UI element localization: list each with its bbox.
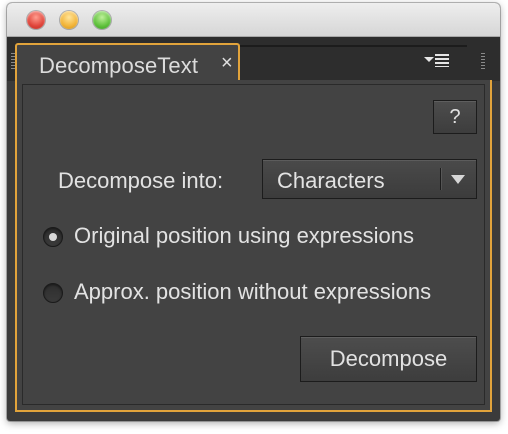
option-label: Approx. position without expressions bbox=[74, 279, 432, 304]
select-divider bbox=[440, 168, 441, 190]
panel-grip-icon[interactable] bbox=[481, 53, 485, 71]
decompose-button[interactable]: Decompose bbox=[300, 336, 477, 382]
tab-decomposetext[interactable]: DecomposeText × bbox=[15, 43, 240, 83]
panel-menu-icon[interactable] bbox=[424, 54, 452, 68]
option-label: Original position using expressions bbox=[74, 223, 414, 248]
window-titlebar bbox=[7, 3, 500, 37]
decompose-into-label: Decompose into: bbox=[58, 168, 224, 193]
decompose-into-value: Characters bbox=[277, 168, 385, 193]
close-window-icon[interactable] bbox=[27, 11, 45, 29]
tab-close-icon[interactable]: × bbox=[221, 52, 233, 75]
tab-title: DecomposeText bbox=[39, 53, 199, 78]
radio-button-selected[interactable] bbox=[43, 227, 63, 247]
chevron-down-icon bbox=[451, 175, 465, 184]
minimize-window-icon[interactable] bbox=[60, 11, 78, 29]
maximize-window-icon[interactable] bbox=[93, 11, 111, 29]
app-window: DecomposeText × ? Decompose into: Charac… bbox=[7, 3, 500, 421]
panel-tab-strip: DecomposeText × bbox=[7, 37, 500, 83]
panel-content: ? Decompose into: Characters Original po… bbox=[22, 84, 485, 405]
panel-body: ? Decompose into: Characters Original po… bbox=[15, 80, 492, 412]
radio-button[interactable] bbox=[43, 283, 63, 303]
decompose-into-select[interactable]: Characters bbox=[262, 159, 477, 199]
help-button[interactable]: ? bbox=[433, 100, 477, 134]
